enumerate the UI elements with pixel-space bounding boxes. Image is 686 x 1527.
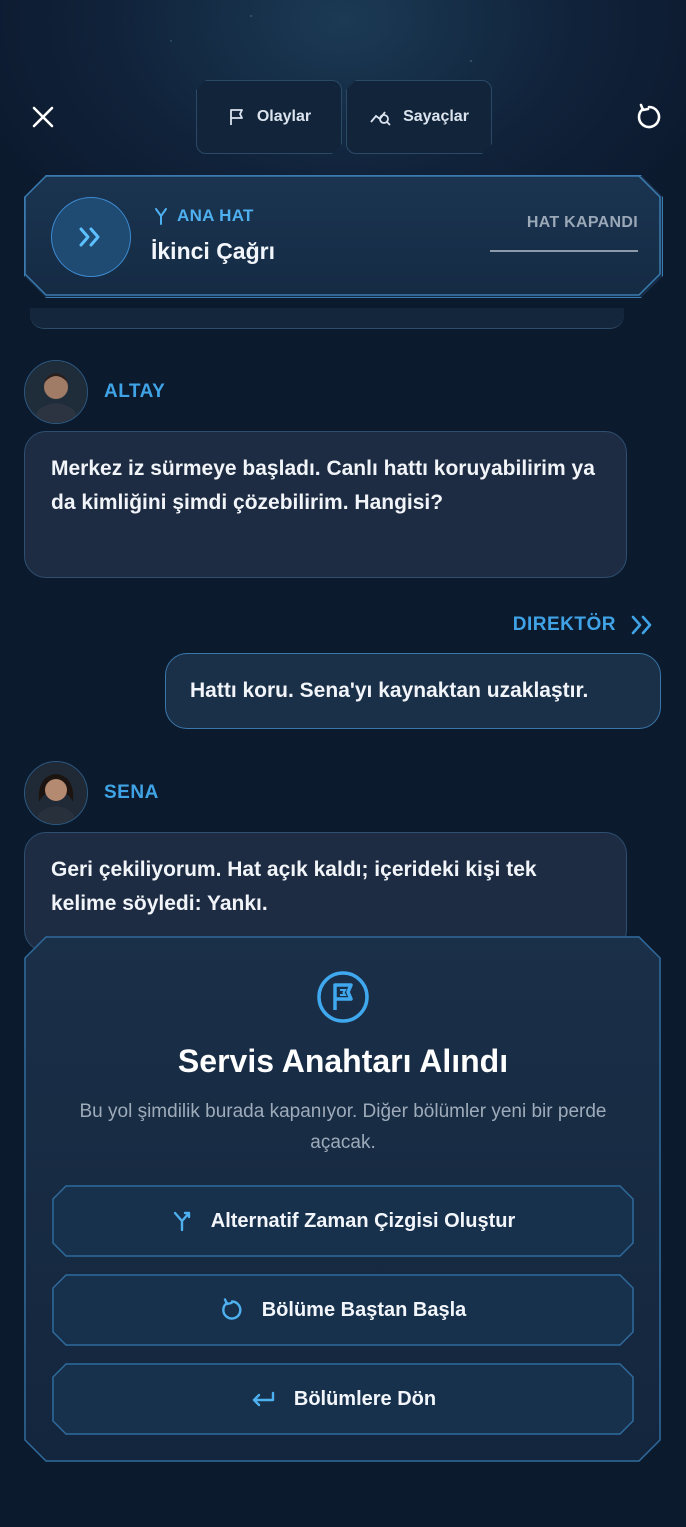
- line-tag: ANA HAT: [153, 206, 254, 226]
- line-forward-badge: [51, 197, 131, 277]
- line-card: ANA HAT İkinci Çağrı HAT KAPANDI: [24, 175, 663, 298]
- message-bubble: Geri çekiliyorum. Hat açık kaldı; içerid…: [24, 832, 627, 952]
- avatar: [24, 761, 88, 825]
- restart-button[interactable]: [632, 100, 666, 134]
- speaker-name: ALTAY: [104, 381, 166, 402]
- speaker-name: SENA: [104, 782, 159, 803]
- double-chevron-right-icon: [77, 225, 105, 249]
- return-arrow-icon: [250, 1389, 276, 1409]
- line-status-bar: [490, 250, 638, 252]
- double-chevron-right-icon: [631, 615, 652, 635]
- line-title: İkinci Çağrı: [151, 238, 275, 264]
- button-label: Bölümlere Dön: [293, 1387, 437, 1410]
- close-icon: [32, 106, 54, 128]
- branch-icon: [153, 207, 169, 225]
- panel-description: Bu yol şimdilik burada kapanıyor. Diğer …: [79, 1101, 607, 1153]
- star-dot: [250, 15, 252, 17]
- counters-label: Sayaçlar: [403, 108, 469, 125]
- speaker-name: DIREKTÖR: [512, 614, 616, 635]
- restart-icon: [220, 1298, 244, 1322]
- avatar: [24, 360, 88, 424]
- flag-icon: [227, 107, 247, 127]
- message-bubble: Merkez iz sürmeye başladı. Canlı hattı k…: [24, 431, 627, 578]
- events-button[interactable]: Olaylar: [196, 80, 342, 154]
- speaker-director: DIREKTÖR: [513, 614, 654, 636]
- message-bubble-own: Hattı koru. Sena'yı kaynaktan uzaklaştır…: [165, 653, 661, 729]
- back-to-chapters-button[interactable]: Bölümlere Dön: [52, 1363, 634, 1435]
- counters-button[interactable]: Sayaçlar: [346, 80, 492, 154]
- line-tag-label: ANA HAT: [177, 206, 254, 225]
- restart-chapter-button[interactable]: Bölüme Baştan Başla: [52, 1274, 634, 1346]
- flag-icon: [317, 971, 369, 1023]
- star-dot: [170, 40, 172, 42]
- line-status: HAT KAPANDI: [526, 214, 638, 231]
- chart-search-icon: [369, 107, 393, 127]
- star-dot: [470, 60, 472, 62]
- button-label: Alternatif Zaman Çizgisi Oluştur: [210, 1209, 516, 1232]
- speaker-sena: SENA: [24, 761, 159, 825]
- panel-title: Servis Anahtarı Alındı: [177, 1043, 509, 1079]
- branch-icon: [171, 1210, 193, 1232]
- collapsed-history-strip: [30, 308, 624, 329]
- create-alternate-timeline-button[interactable]: Alternatif Zaman Çizgisi Oluştur: [52, 1185, 634, 1257]
- speaker-altay: ALTAY: [24, 360, 165, 424]
- events-label: Olaylar: [256, 108, 312, 125]
- button-label: Bölüme Baştan Başla: [261, 1298, 467, 1321]
- restart-icon: [637, 103, 661, 129]
- close-button[interactable]: [26, 100, 60, 134]
